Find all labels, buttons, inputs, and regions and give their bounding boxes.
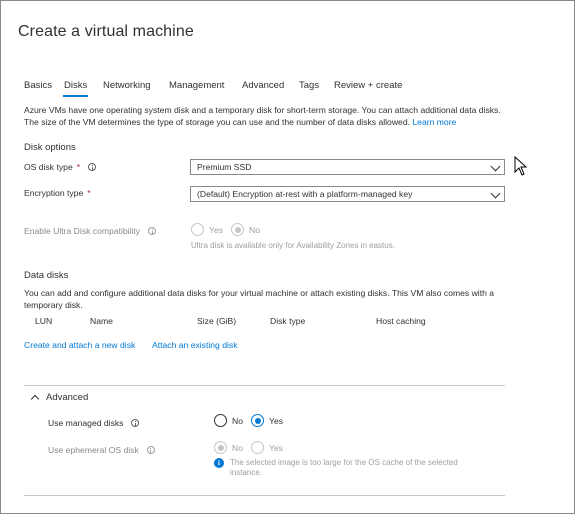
data-disks-table-header: LUN Name Size (GiB) Disk type Host cachi… <box>24 316 514 330</box>
mouse-pointer-icon <box>514 156 528 176</box>
ephemeral-disk-label: Use ephemeral OS disk <box>48 445 155 455</box>
advanced-heading: Advanced <box>46 392 89 403</box>
radio-label: Yes <box>269 442 284 453</box>
column-header: LUN <box>35 316 53 326</box>
section-divider <box>24 495 505 496</box>
disk-options-heading: Disk options <box>24 142 76 153</box>
radio-label: Yes <box>269 415 284 426</box>
section-divider <box>24 385 505 386</box>
radio-circle <box>251 414 264 427</box>
ultra-disk-radio-group: Yes No <box>191 223 260 236</box>
attach-existing-disk-link[interactable]: Attach an existing disk <box>152 340 238 350</box>
info-icon[interactable] <box>131 419 140 427</box>
ultra-disk-label: Enable Ultra Disk compatibility <box>24 226 157 236</box>
ultra-disk-note: Ultra disk is available only for Availab… <box>191 241 395 250</box>
chevron-down-icon <box>490 188 501 199</box>
managed-disks-yes-radio[interactable]: Yes <box>251 414 283 427</box>
ephemeral-disk-text: Use ephemeral OS disk <box>48 445 139 455</box>
tab-basics[interactable]: Basics <box>24 80 52 91</box>
page-title: Create a virtual machine <box>18 23 194 40</box>
ephemeral-disk-no-radio[interactable]: No <box>214 441 243 454</box>
tab-networking[interactable]: Networking <box>103 80 151 91</box>
managed-disks-no-radio[interactable]: No <box>214 414 243 427</box>
create-vm-panel: Create a virtual machine Basics Disks Ne… <box>0 0 575 514</box>
radio-circle <box>251 441 264 454</box>
radio-circle <box>214 441 227 454</box>
column-header: Disk type <box>270 316 306 326</box>
learn-more-link[interactable]: Learn more <box>412 117 456 127</box>
tab-advanced[interactable]: Advanced <box>242 80 284 91</box>
column-header: Size (GiB) <box>197 316 237 326</box>
encryption-type-select[interactable]: (Default) Encryption at-rest with a plat… <box>190 186 505 202</box>
required-marker: * <box>76 162 81 172</box>
tab-management[interactable]: Management <box>169 80 224 91</box>
radio-circle <box>231 223 245 236</box>
managed-disks-label: Use managed disks <box>48 418 140 428</box>
column-header: Host caching <box>376 316 426 326</box>
radio-label: No <box>249 224 261 235</box>
column-header: Name <box>90 316 113 326</box>
os-disk-type-value: Premium SSD <box>197 162 252 172</box>
ultra-disk-no-radio[interactable]: No <box>231 223 260 236</box>
radio-circle <box>214 414 227 427</box>
data-disks-description: You can add and configure additional dat… <box>24 288 495 310</box>
info-circle-icon: i <box>214 458 224 468</box>
os-disk-type-select[interactable]: Premium SSD <box>190 159 505 175</box>
encryption-type-value: (Default) Encryption at-rest with a plat… <box>197 189 413 199</box>
radio-label: No <box>232 415 243 426</box>
radio-label: No <box>232 442 243 453</box>
info-icon[interactable] <box>148 227 157 235</box>
required-marker: * <box>87 188 91 198</box>
encryption-type-text: Encryption type <box>24 188 84 198</box>
os-disk-type-text: OS disk type <box>24 162 73 172</box>
info-icon[interactable] <box>146 446 155 454</box>
tab-review-create[interactable]: Review + create <box>334 80 402 91</box>
ultra-disk-text: Enable Ultra Disk compatibility <box>24 226 141 236</box>
tab-disks[interactable]: Disks <box>62 80 89 97</box>
radio-circle <box>191 223 204 236</box>
ephemeral-info-text: The selected image is too large for the … <box>230 458 458 477</box>
tab-tags[interactable]: Tags <box>299 80 319 91</box>
chevron-down-icon <box>490 161 501 172</box>
managed-disks-radio-group: No Yes <box>214 414 283 427</box>
info-icon[interactable] <box>88 163 97 171</box>
chevron-up-icon <box>30 394 40 404</box>
ephemeral-disk-radio-group: No Yes <box>214 441 283 454</box>
os-disk-type-label: OS disk type * <box>24 162 97 172</box>
managed-disks-text: Use managed disks <box>48 418 124 428</box>
advanced-section-toggle[interactable]: Advanced <box>30 392 89 404</box>
ephemeral-info-message: i The selected image is too large for th… <box>214 458 484 478</box>
create-attach-disk-link[interactable]: Create and attach a new disk <box>24 340 135 350</box>
data-disks-heading: Data disks <box>24 270 69 281</box>
encryption-type-label: Encryption type * <box>24 188 91 198</box>
ephemeral-disk-yes-radio[interactable]: Yes <box>251 441 283 454</box>
ultra-disk-yes-radio[interactable]: Yes <box>191 223 223 236</box>
radio-label: Yes <box>209 224 224 235</box>
intro-description: Azure VMs have one operating system disk… <box>24 105 514 128</box>
